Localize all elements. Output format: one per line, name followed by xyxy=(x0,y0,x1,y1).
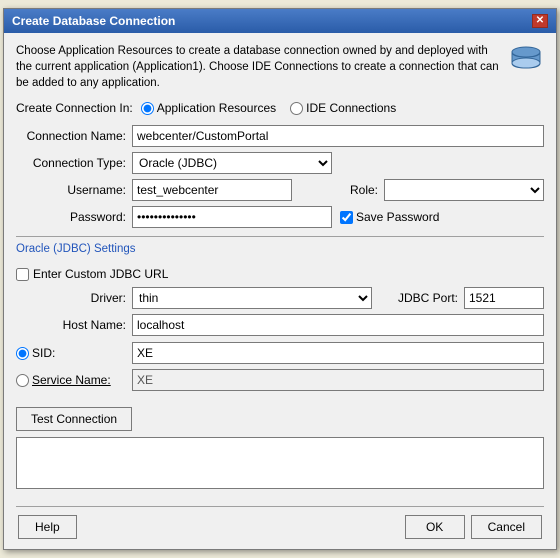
title-bar: Create Database Connection ✕ xyxy=(4,9,556,33)
app-resources-radio[interactable] xyxy=(141,102,154,115)
custom-jdbc-row: Enter Custom JDBC URL xyxy=(16,267,544,281)
sid-section: SID: Service Name: xyxy=(16,342,544,391)
password-row: Save Password xyxy=(132,206,544,228)
service-name-radio-label[interactable]: Service Name: xyxy=(16,373,126,387)
jdbc-port-label: JDBC Port: xyxy=(378,291,458,305)
close-button[interactable]: ✕ xyxy=(532,14,548,28)
connection-type-label: Connection Type: xyxy=(16,156,126,170)
connection-name-label: Connection Name: xyxy=(16,129,126,143)
output-box xyxy=(16,437,544,489)
create-connection-in-row: Create Connection In: Application Resour… xyxy=(16,101,544,115)
connection-name-input[interactable] xyxy=(132,125,544,147)
service-name-input[interactable] xyxy=(132,369,544,391)
password-label: Password: xyxy=(16,210,126,224)
database-icon xyxy=(508,43,544,79)
role-label: Role: xyxy=(298,183,378,197)
ok-button[interactable]: OK xyxy=(405,515,465,539)
connection-in-radio-group: Application Resources IDE Connections xyxy=(141,101,396,115)
section-separator xyxy=(16,236,544,237)
connection-type-select[interactable]: Oracle (JDBC) MySQL PostgreSQL xyxy=(132,152,332,174)
role-select[interactable] xyxy=(384,179,544,201)
sid-label: SID: xyxy=(32,346,55,360)
service-name-radio[interactable] xyxy=(16,374,29,387)
password-input[interactable] xyxy=(132,206,332,228)
create-db-connection-dialog: Create Database Connection ✕ Choose Appl… xyxy=(3,8,557,550)
oracle-jdbc-section-title: Oracle (JDBC) Settings xyxy=(16,243,136,255)
username-input[interactable] xyxy=(132,179,292,201)
save-password-label[interactable]: Save Password xyxy=(340,210,439,224)
custom-jdbc-checkbox[interactable] xyxy=(16,268,29,281)
right-buttons: OK Cancel xyxy=(405,515,542,539)
jdbc-grid: Driver: thin oci kprb JDBC Port: Host Na… xyxy=(16,287,544,336)
cancel-button[interactable]: Cancel xyxy=(471,515,542,539)
oracle-jdbc-section: Oracle (JDBC) Settings Enter Custom JDBC… xyxy=(16,236,544,391)
sid-radio-label[interactable]: SID: xyxy=(16,346,126,360)
username-label: Username: xyxy=(16,183,126,197)
sid-input[interactable] xyxy=(132,342,544,364)
ide-connections-label: IDE Connections xyxy=(306,101,396,115)
service-name-label: Service Name: xyxy=(32,373,111,387)
test-connection-button[interactable]: Test Connection xyxy=(16,407,132,431)
custom-jdbc-label: Enter Custom JDBC URL xyxy=(33,267,168,281)
host-name-input[interactable] xyxy=(132,314,544,336)
app-resources-label: Application Resources xyxy=(157,101,276,115)
main-form-grid: Connection Name: Connection Type: Oracle… xyxy=(16,125,544,228)
driver-select[interactable]: thin oci kprb xyxy=(132,287,372,309)
info-text: Choose Application Resources to create a… xyxy=(16,43,500,91)
dialog-body: Choose Application Resources to create a… xyxy=(4,33,556,549)
help-button[interactable]: Help xyxy=(18,515,77,539)
bottom-buttons: Help OK Cancel xyxy=(16,515,544,539)
sid-radio[interactable] xyxy=(16,347,29,360)
ide-connections-radio[interactable] xyxy=(290,102,303,115)
create-connection-in-label: Create Connection In: xyxy=(16,101,133,115)
ide-connections-option[interactable]: IDE Connections xyxy=(290,101,396,115)
host-name-label: Host Name: xyxy=(16,318,126,332)
driver-label: Driver: xyxy=(16,291,126,305)
bottom-divider xyxy=(16,506,544,507)
app-resources-option[interactable]: Application Resources xyxy=(141,101,276,115)
save-password-text: Save Password xyxy=(356,210,439,224)
dialog-title: Create Database Connection xyxy=(12,14,175,28)
info-section: Choose Application Resources to create a… xyxy=(16,43,544,91)
jdbc-port-input[interactable] xyxy=(464,287,544,309)
save-password-checkbox[interactable] xyxy=(340,211,353,224)
